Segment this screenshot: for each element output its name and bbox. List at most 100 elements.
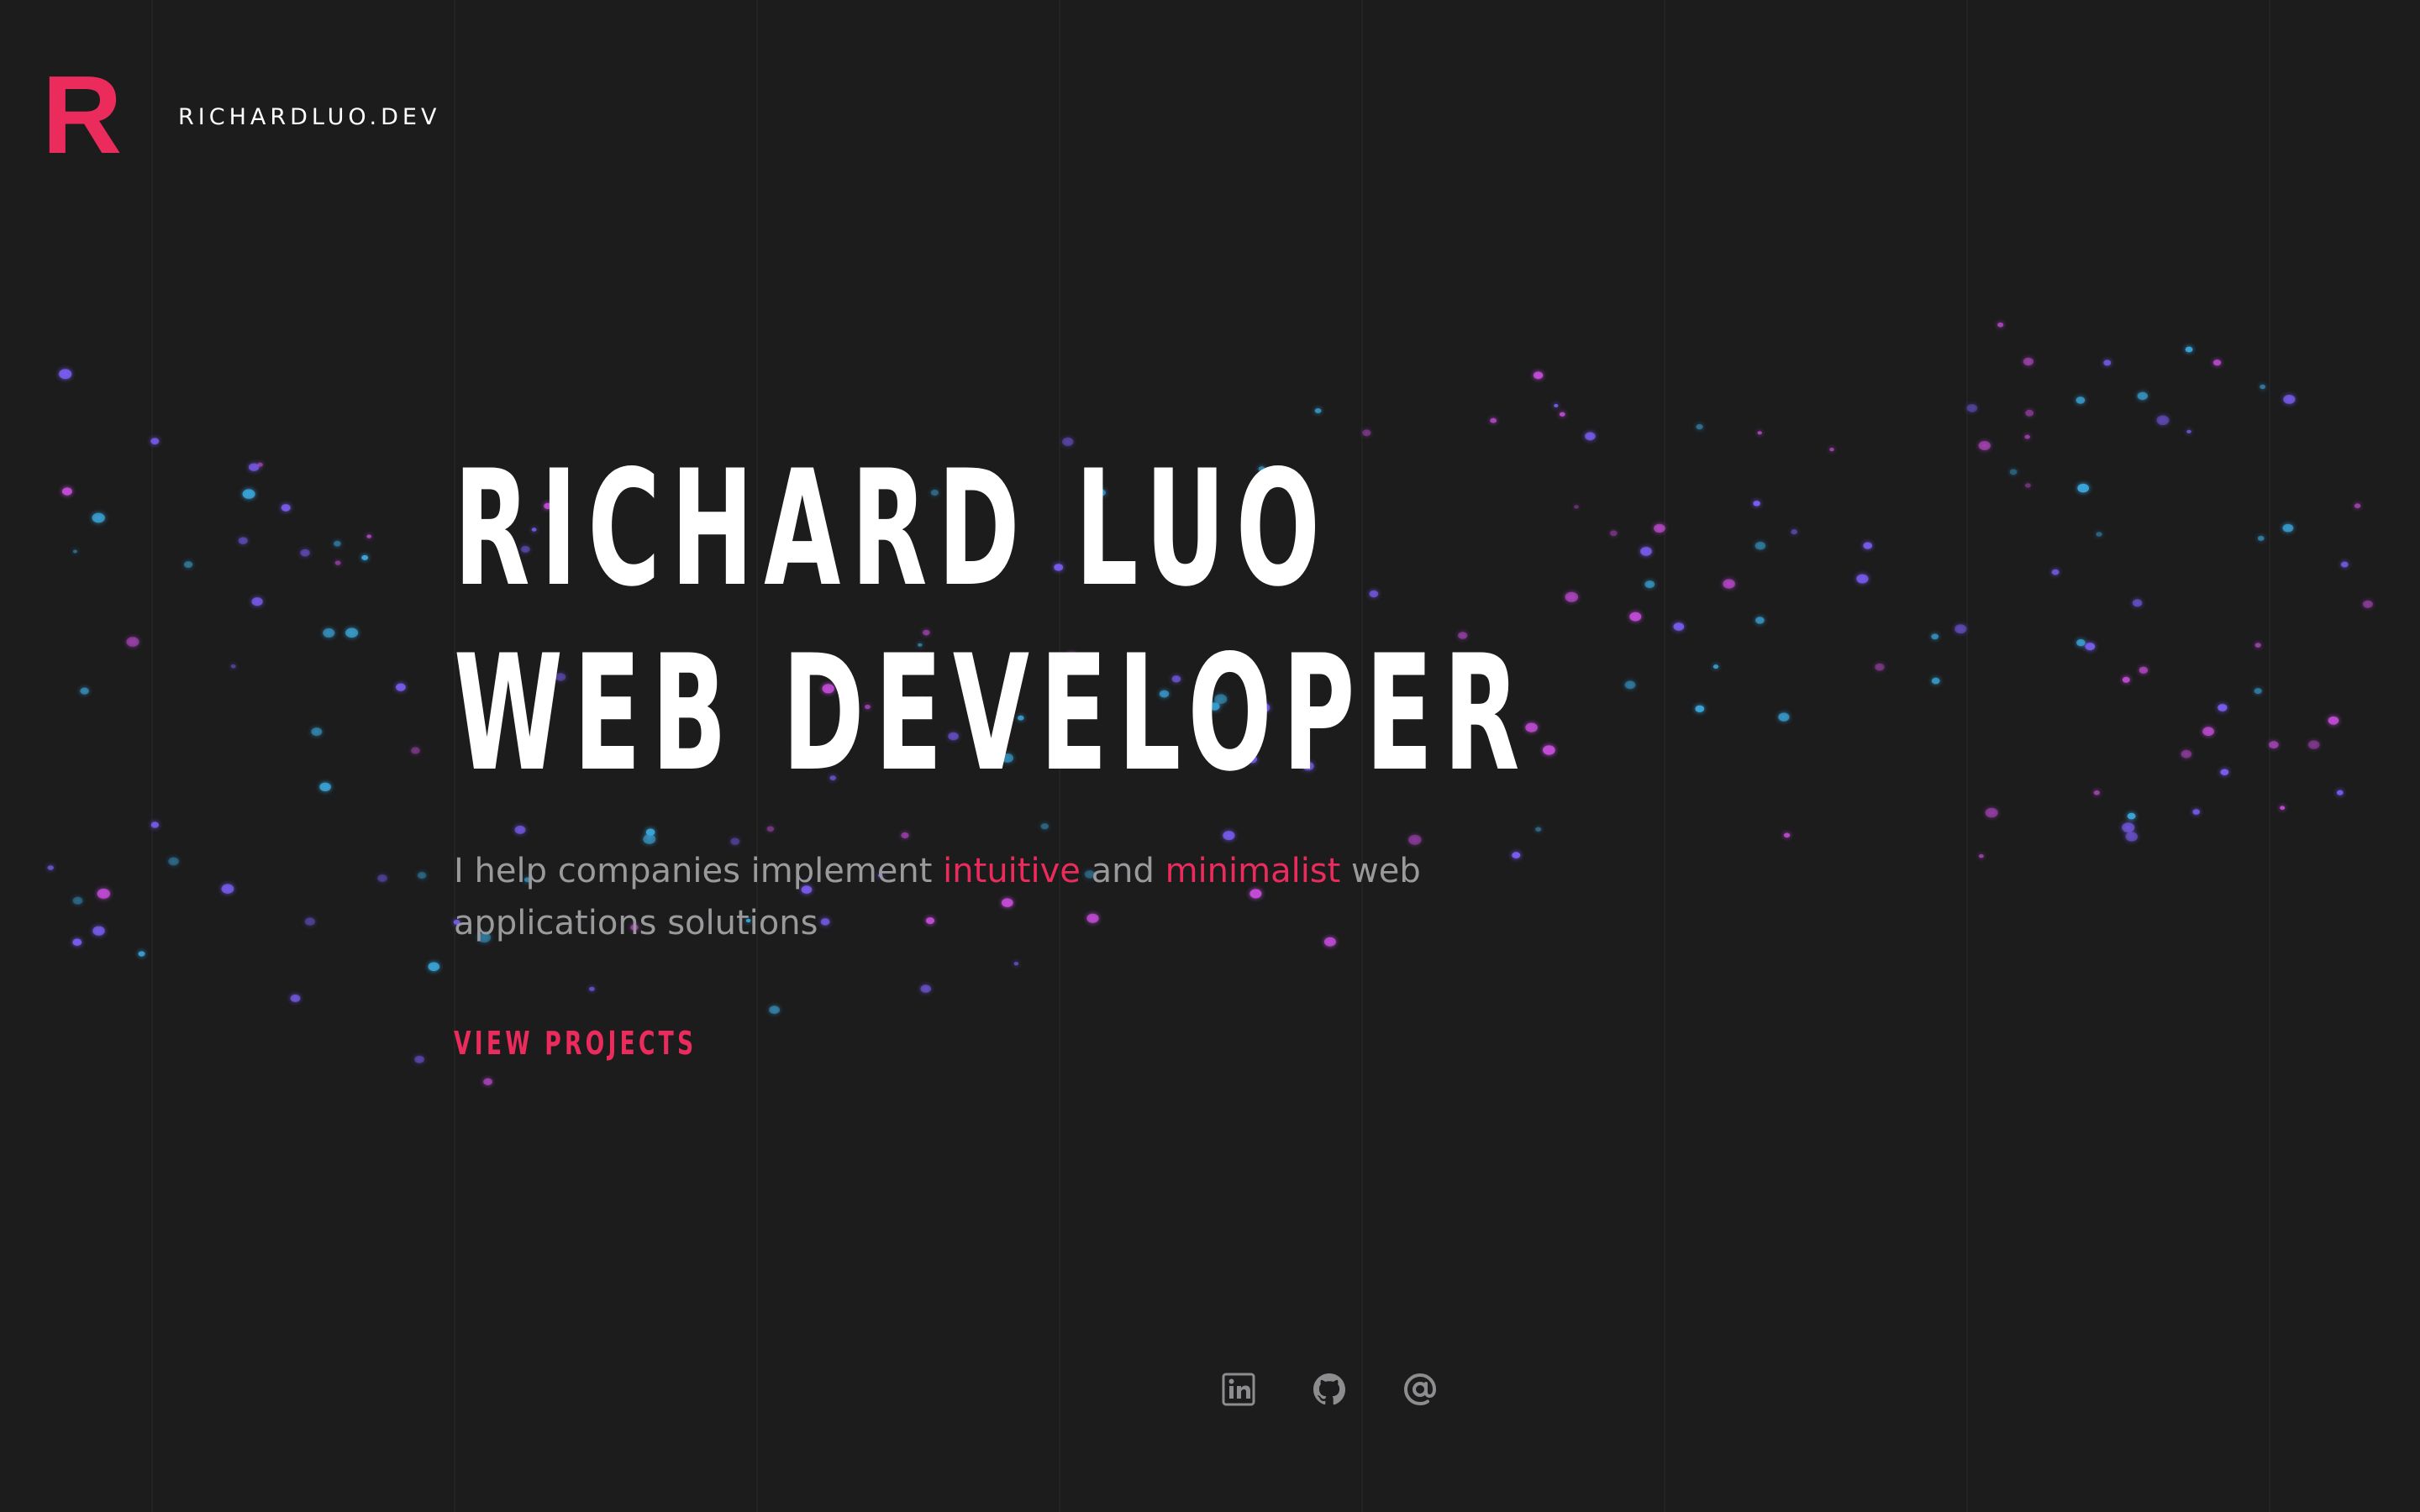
particle	[1978, 441, 1991, 450]
linkedin-link[interactable]	[1220, 1371, 1257, 1408]
particle	[2307, 740, 2320, 749]
particle	[1778, 712, 1790, 722]
particle	[2075, 396, 2086, 404]
particle	[769, 1005, 780, 1015]
particle	[281, 504, 291, 512]
particle	[1585, 432, 1596, 441]
particle	[323, 628, 335, 638]
particle	[230, 664, 236, 669]
particle	[1829, 448, 1834, 452]
hero-title: RICHARD LUO WEB DEVELOPER	[454, 437, 1530, 806]
particle	[150, 822, 160, 828]
particle	[59, 369, 72, 380]
particle	[2254, 643, 2261, 648]
particle	[2009, 469, 2018, 475]
particle	[2192, 809, 2200, 815]
particle	[1783, 832, 1791, 838]
particle	[1931, 633, 1939, 640]
particle	[645, 828, 655, 836]
particle	[411, 747, 420, 754]
particle	[2093, 790, 2100, 795]
particle	[2260, 384, 2266, 390]
particle	[126, 637, 139, 647]
particle	[643, 834, 656, 844]
particle	[2181, 749, 2192, 759]
particle	[183, 561, 193, 569]
particle	[730, 837, 740, 845]
particle	[2340, 561, 2349, 568]
site-name[interactable]: RICHARDLUO.DEV	[178, 104, 440, 130]
particle	[1629, 612, 1642, 622]
particle	[361, 554, 369, 560]
particle	[2125, 832, 2139, 842]
particle	[1712, 664, 1719, 669]
particle	[1535, 827, 1542, 832]
particle	[1512, 852, 1521, 858]
particle	[2185, 346, 2193, 353]
particle	[1565, 591, 1579, 602]
particle	[2220, 769, 2229, 775]
particle	[72, 938, 82, 946]
particle	[366, 534, 372, 538]
particle	[766, 826, 775, 832]
logo[interactable]: R	[42, 60, 122, 171]
particle	[901, 832, 909, 839]
particle	[2077, 483, 2089, 493]
particle	[2217, 704, 2228, 711]
linkedin-icon	[1222, 1373, 1255, 1406]
particle	[1574, 505, 1579, 509]
particle	[1362, 429, 1371, 437]
particle	[1490, 417, 1497, 423]
particle	[1856, 574, 1869, 584]
particle	[1559, 412, 1565, 417]
particle	[290, 994, 301, 1002]
hero-title-line-2: WEB DEVELOPER	[454, 621, 1530, 806]
particle	[1543, 745, 1555, 755]
particle	[238, 537, 248, 544]
particle	[61, 487, 72, 496]
particle	[2132, 599, 2143, 607]
particle	[1997, 322, 2004, 328]
particle	[1863, 542, 1873, 549]
particle	[1314, 408, 1322, 413]
particle	[1624, 680, 1636, 690]
particle	[1754, 541, 1766, 550]
particle	[319, 782, 331, 791]
particle	[1533, 371, 1544, 380]
hero-title-line-1: RICHARD LUO	[454, 436, 1331, 622]
particle	[2023, 357, 2033, 366]
particle	[417, 872, 427, 879]
particle	[334, 560, 341, 565]
particle	[414, 1055, 424, 1063]
particle	[2076, 639, 2086, 647]
particle	[2137, 391, 2148, 401]
tagline-text: I help companies implement	[454, 852, 944, 890]
particle	[1875, 663, 1885, 671]
particle	[1791, 529, 1797, 535]
particle	[2328, 717, 2339, 725]
particle	[80, 687, 89, 695]
particle	[1554, 403, 1559, 407]
particle	[2024, 434, 2030, 439]
particle	[1696, 423, 1703, 430]
view-projects-link[interactable]: VIEW PROJECTS	[454, 1025, 697, 1062]
particle	[2156, 415, 2170, 426]
particle	[1753, 501, 1760, 507]
particle	[92, 512, 105, 523]
particle	[1644, 580, 1655, 589]
particle	[97, 889, 110, 899]
tagline-accent-minimalist: minimalist	[1165, 852, 1341, 890]
particle	[304, 917, 316, 926]
particle	[168, 857, 179, 866]
particle	[47, 865, 54, 870]
email-link[interactable]	[1402, 1371, 1439, 1408]
particle	[1695, 705, 1705, 712]
github-link[interactable]	[1311, 1371, 1348, 1408]
particle	[2096, 532, 2102, 537]
particle	[72, 896, 83, 905]
particle	[2122, 822, 2135, 832]
particle	[2269, 741, 2279, 749]
particle	[1673, 622, 1685, 631]
particle	[2212, 360, 2222, 366]
particle	[2362, 600, 2373, 608]
